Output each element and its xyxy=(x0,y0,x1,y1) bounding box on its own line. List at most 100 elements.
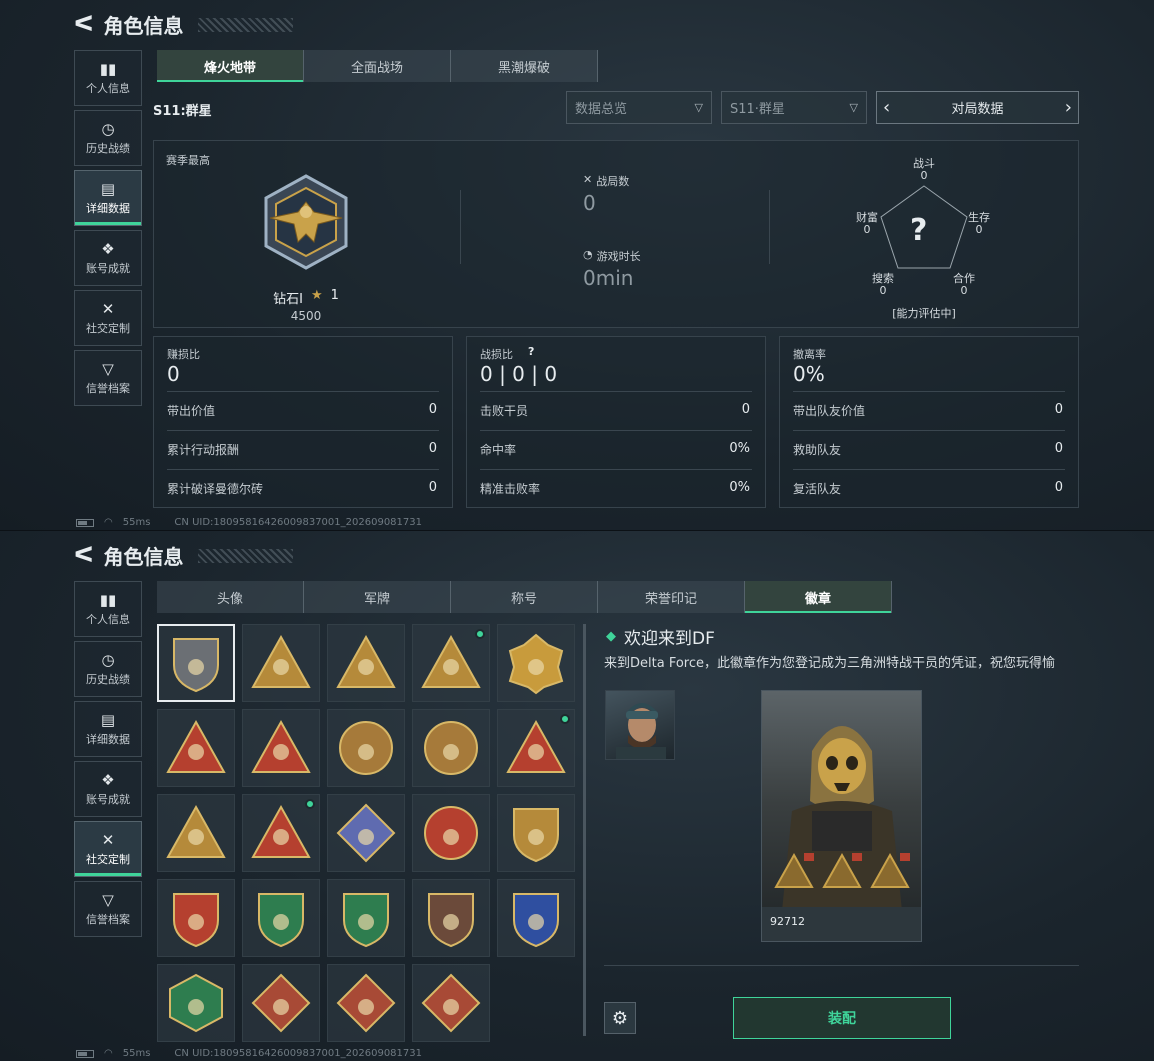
prev-arrow-icon[interactable]: ‹ xyxy=(883,97,890,118)
status-bar: ◠ 55ms CN UID:18095816426009837001_20260… xyxy=(76,517,422,528)
sidebar-item-label: 账号成就 xyxy=(86,792,130,806)
sidebar-item-4[interactable]: ✕ 社交定制 xyxy=(74,290,142,346)
detailed-data-panel: ᐸ 角色信息 ▮▮ 个人信息 ◷ 历史战绩 ▤ 详细数据 ❖ 账号成就 ✕ 社交定制 ▽ 信誉档案 烽… xyxy=(0,0,1154,530)
help-icon[interactable]: ? xyxy=(528,345,534,358)
badge-squad-icon xyxy=(166,804,226,858)
stat-row-value: 0 xyxy=(428,402,437,417)
rank-stars: 1 xyxy=(330,288,339,303)
tab-0[interactable]: 烽火地带 xyxy=(157,50,304,82)
badge-dragon-red[interactable] xyxy=(242,964,320,1042)
tab-3[interactable]: 荣誉印记 xyxy=(598,581,745,613)
radar-axis-combat: 战斗 0 xyxy=(913,157,935,182)
battery-icon xyxy=(76,518,94,527)
stat-card-label: 赚损比 xyxy=(167,348,200,361)
badge-s8[interactable] xyxy=(327,624,405,702)
operator-card-id: 92712 xyxy=(762,907,921,941)
badge-delta-force-seal-icon xyxy=(339,721,393,775)
badge-runner[interactable] xyxy=(412,964,490,1042)
equipped-badge-slot-3[interactable] xyxy=(870,851,910,891)
sidebar-item-0[interactable]: ▮▮ 个人信息 xyxy=(74,50,142,106)
stat-row-label: 击败干员 xyxy=(480,404,529,418)
tab-4[interactable]: 徽章 xyxy=(745,581,892,613)
tab-2[interactable]: 黑潮爆破 xyxy=(451,50,598,82)
equip-button[interactable]: 装配 xyxy=(733,997,951,1039)
badge-green-gem[interactable] xyxy=(242,879,320,957)
avatar[interactable] xyxy=(605,690,675,760)
sidebar-item-label: 信誉档案 xyxy=(86,381,130,395)
badge-blue-crossed-rifles[interactable] xyxy=(497,879,575,957)
operator-avatar-icon xyxy=(616,703,666,759)
badge-s8-icon xyxy=(336,634,396,688)
badge-s10[interactable] xyxy=(497,624,575,702)
badge-blue-shield[interactable] xyxy=(157,879,235,957)
badge-green-gem-icon xyxy=(258,893,304,948)
sidebar-item-label: 详细数据 xyxy=(86,201,130,215)
sidebar-item-2[interactable]: ▤ 详细数据 xyxy=(74,701,142,757)
tab-0[interactable]: 头像 xyxy=(157,581,304,613)
radar-question-mark: ? xyxy=(910,213,928,248)
folder-icon: ▤ xyxy=(100,710,116,729)
wifi-icon: ◠ xyxy=(104,517,113,528)
badge-wings[interactable] xyxy=(157,709,235,787)
tools-icon: ✕ xyxy=(101,830,115,849)
badge-rose[interactable] xyxy=(327,794,405,872)
sidebar-item-0[interactable]: ▮▮ 个人信息 xyxy=(74,581,142,637)
badge-delta-force-2026[interactable] xyxy=(412,709,490,787)
panel-divider xyxy=(583,624,586,1036)
season-filter-dropdown[interactable]: S11·群星 ▽ xyxy=(721,91,867,124)
badge-delta-force-2026-icon xyxy=(424,721,478,775)
divider xyxy=(604,965,1079,966)
sidebar-item-4[interactable]: ✕ 社交定制 xyxy=(74,821,142,877)
badge-green-crosshair[interactable] xyxy=(327,879,405,957)
badge-rifle[interactable] xyxy=(412,879,490,957)
sidebar-item-3[interactable]: ❖ 账号成就 xyxy=(74,761,142,817)
badge-s9[interactable] xyxy=(412,624,490,702)
badge-delta-force-seal[interactable] xyxy=(327,709,405,787)
new-indicator-dot xyxy=(475,629,485,639)
badge-squad[interactable] xyxy=(157,794,235,872)
sidebar-item-3[interactable]: ❖ 账号成就 xyxy=(74,230,142,286)
data-filter-dropdown[interactable]: 数据总览 ▽ xyxy=(566,91,712,124)
stat-row-value: 0 xyxy=(428,441,437,456)
badge-green-beast[interactable] xyxy=(157,964,235,1042)
badge-chevron[interactable] xyxy=(497,794,575,872)
badge-star[interactable] xyxy=(412,794,490,872)
divider xyxy=(793,469,1065,470)
match-data-label: 对局数据 xyxy=(951,102,1004,117)
sidebar-item-5[interactable]: ▽ 信誉档案 xyxy=(74,350,142,406)
stat-row-value: 0 xyxy=(741,402,750,417)
divider xyxy=(793,430,1065,431)
badge-blue-crossed-rifles-icon xyxy=(513,893,559,948)
sidebar-item-2[interactable]: ▤ 详细数据 xyxy=(74,170,142,226)
page-header: ᐸ 角色信息 xyxy=(74,541,293,570)
sidebar-item-label: 历史战绩 xyxy=(86,672,130,686)
sidebar-item-1[interactable]: ◷ 历史战绩 xyxy=(74,110,142,166)
uid-label: CN UID:18095816426009837001_202609081731 xyxy=(174,517,422,528)
settings-gear-icon[interactable]: ⚙ xyxy=(604,1002,636,1034)
equipped-badge-slot-2[interactable] xyxy=(822,851,862,891)
badge-dragon-copper[interactable] xyxy=(327,964,405,1042)
stat-row-label: 救助队友 xyxy=(793,443,842,457)
tab-1[interactable]: 军牌 xyxy=(304,581,451,613)
stat-card-label: 战损比 xyxy=(480,348,513,361)
equipped-badge-slot-1[interactable] xyxy=(774,851,814,891)
badge-one[interactable] xyxy=(242,709,320,787)
badge-runner-icon xyxy=(421,973,481,1033)
tab-1[interactable]: 全面战场 xyxy=(304,50,451,82)
sidebar-item-5[interactable]: ▽ 信誉档案 xyxy=(74,881,142,937)
page-header: ᐸ 角色信息 xyxy=(74,10,293,39)
tab-2[interactable]: 称号 xyxy=(451,581,598,613)
uid-label: CN UID:18095816426009837001_202609081731 xyxy=(174,1048,422,1059)
sidebar-item-1[interactable]: ◷ 历史战绩 xyxy=(74,641,142,697)
badge-green-beast-icon xyxy=(169,973,223,1033)
back-icon[interactable]: ᐸ xyxy=(74,543,94,568)
stat-row: 带出价值 0 xyxy=(167,402,437,419)
sidebar-item-label: 个人信息 xyxy=(86,612,130,626)
badge-tower[interactable] xyxy=(497,709,575,787)
badge-rocket[interactable] xyxy=(242,794,320,872)
badge-delta-logo[interactable] xyxy=(157,624,235,702)
badge-helicopter[interactable] xyxy=(242,624,320,702)
rank-points: 4500 xyxy=(290,309,322,323)
back-icon[interactable]: ᐸ xyxy=(74,12,94,37)
next-arrow-icon[interactable]: › xyxy=(1065,97,1072,118)
